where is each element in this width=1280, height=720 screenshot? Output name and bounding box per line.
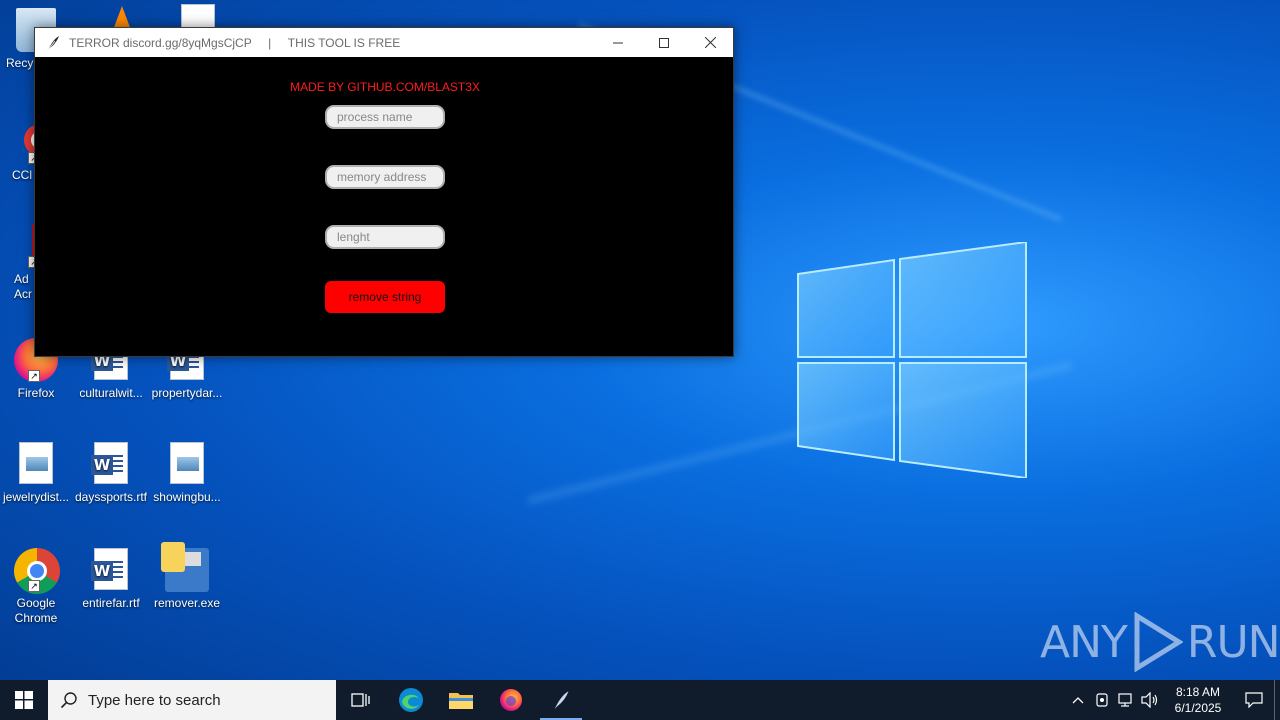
watermark-text-left: ANY	[1040, 616, 1128, 668]
taskbar-firefox-button[interactable]	[486, 680, 536, 720]
taskbar: Type here to search 8:18 AM 6/1/2025	[0, 680, 1280, 720]
edge-icon	[399, 688, 423, 712]
desktop-icon-label: culturalwit...	[79, 386, 143, 400]
notification-icon	[1245, 692, 1263, 708]
desktop-icon-label: entirefar.rtf	[82, 596, 140, 610]
watermark-text-right: RUN	[1186, 616, 1280, 668]
desktop-icon-label: Firefox	[17, 386, 55, 400]
taskbar-edge-button[interactable]	[386, 680, 436, 720]
action-center-button[interactable]	[1234, 680, 1274, 720]
volume-icon	[1141, 692, 1158, 708]
floppy-disk-icon	[161, 542, 209, 592]
app-window: TERROR discord.gg/8yqMgsCjCP | THIS TOOL…	[34, 27, 734, 357]
clock-time: 8:18 AM	[1175, 685, 1221, 699]
show-desktop-button[interactable]	[1274, 680, 1280, 720]
taskbar-clock[interactable]: 8:18 AM 6/1/2025	[1162, 684, 1234, 716]
clock-date: 6/1/2025	[1174, 701, 1222, 715]
windows-start-icon	[15, 691, 33, 709]
tray-volume-button[interactable]	[1138, 680, 1162, 720]
task-view-icon	[351, 693, 370, 707]
word-document-icon: W	[91, 442, 128, 484]
minimize-button[interactable]	[595, 28, 641, 57]
maximize-button[interactable]	[641, 28, 687, 57]
minimize-icon	[613, 42, 623, 43]
process-name-input[interactable]	[325, 105, 445, 129]
desktop-icon-label: dayssports.rtf	[74, 490, 148, 504]
image-file-icon	[19, 442, 53, 484]
desktop-icon-label: remover.exe	[153, 596, 221, 610]
taskbar-search-box[interactable]: Type here to search	[48, 680, 336, 720]
tray-network-button[interactable]	[1114, 680, 1138, 720]
desktop-icon-label: showingbu...	[153, 490, 221, 504]
desktop-icon-showingbu[interactable]: showingbu...	[149, 442, 225, 505]
shortcut-arrow-icon: ↗	[28, 370, 40, 382]
windows-logo-wallpaper	[797, 242, 1027, 478]
desktop-icon-remover-exe[interactable]: remover.exe	[149, 542, 225, 611]
taskbar-file-explorer-button[interactable]	[436, 680, 486, 720]
search-placeholder: Type here to search	[88, 691, 221, 709]
system-tray: 8:18 AM 6/1/2025	[1066, 680, 1280, 720]
window-title: TERROR discord.gg/8yqMgsCjCP | THIS TOOL…	[69, 35, 401, 50]
length-input[interactable]	[325, 225, 445, 249]
app-body: MADE BY GITHUB.COM/BLAST3X remove string	[35, 57, 733, 356]
desktop-icon-label: propertydar...	[151, 386, 223, 400]
taskbar-terror-app-button[interactable]	[536, 680, 586, 720]
tray-meet-now-button[interactable]	[1090, 680, 1114, 720]
desktop-icon-entirefar[interactable]: W entirefar.rtf	[73, 548, 149, 611]
search-icon	[60, 692, 77, 709]
image-file-icon	[170, 442, 204, 484]
network-icon	[1118, 693, 1132, 707]
memory-address-input[interactable]	[325, 165, 445, 189]
window-controls	[595, 28, 733, 57]
feather-icon	[47, 35, 59, 50]
desktop-icon-label: jewelrydist...	[2, 490, 70, 504]
credit-text: MADE BY GITHUB.COM/BLAST3X	[290, 80, 480, 94]
show-hidden-icons-button[interactable]	[1066, 680, 1090, 720]
close-button[interactable]	[687, 28, 733, 57]
start-button[interactable]	[0, 680, 48, 720]
desktop-icon-dayssports[interactable]: W dayssports.rtf	[73, 442, 149, 505]
desktop-icon-label: Google Chrome	[14, 596, 58, 625]
shortcut-arrow-icon: ↗	[28, 580, 40, 592]
remove-string-button[interactable]: remove string	[325, 281, 445, 313]
firefox-icon	[500, 689, 522, 711]
desktop-icon-jewelrydist[interactable]: jewelrydist...	[0, 442, 74, 505]
play-logo-icon	[1134, 612, 1183, 672]
anyrun-watermark: ANY RUN	[1040, 612, 1280, 672]
task-view-button[interactable]	[336, 680, 386, 720]
word-document-icon: W	[91, 548, 128, 590]
maximize-icon	[659, 37, 669, 48]
title-bar[interactable]: TERROR discord.gg/8yqMgsCjCP | THIS TOOL…	[35, 28, 733, 57]
chevron-up-icon	[1072, 697, 1084, 704]
folder-icon	[449, 693, 473, 709]
desktop-icon-google-chrome[interactable]: ↗ Google Chrome	[0, 548, 74, 626]
device-icon	[1096, 693, 1108, 707]
feather-icon	[554, 691, 569, 709]
close-icon	[704, 37, 716, 48]
